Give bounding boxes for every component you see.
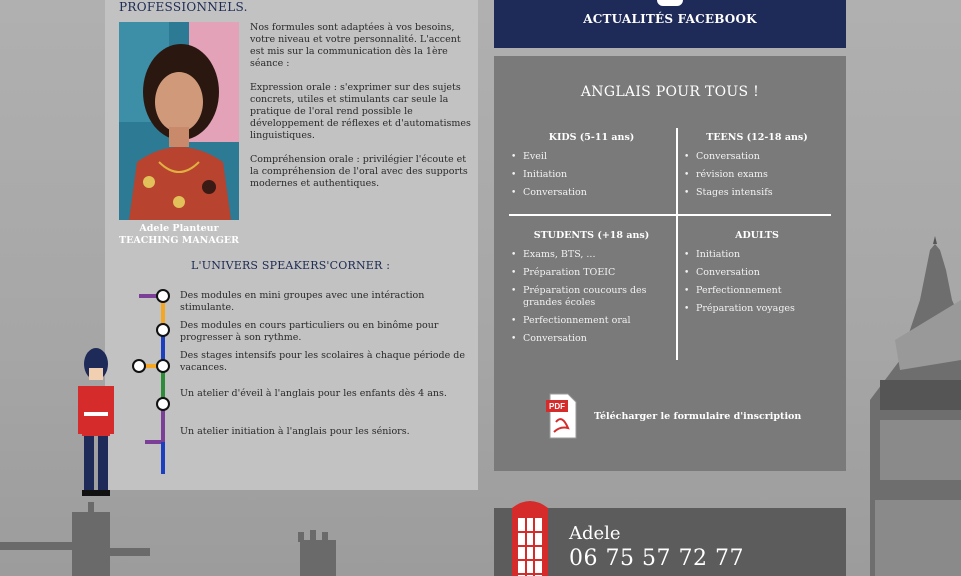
kids-column: KIDS (5-11 ans) Eveil Initiation Convers… xyxy=(509,132,674,205)
list-item: Conversation xyxy=(682,151,832,163)
list-item: Perfectionnement xyxy=(682,285,832,297)
metro-list-item: Des modules en cours particuliers ou en … xyxy=(180,320,439,343)
left-content-panel: PROFESSIONNELS. Adele Planteur TEACHING … xyxy=(105,0,478,490)
list-item: Conversation xyxy=(509,333,674,345)
grid-horizontal-divider xyxy=(509,214,831,216)
teens-title: TEENS (12-18 ans) xyxy=(706,132,808,143)
portrait-image xyxy=(119,22,239,220)
intro-text: Nos formules sont adaptées à vos besoins… xyxy=(250,22,472,202)
teacher-role: TEACHING MANAGER xyxy=(119,235,239,246)
teens-column: TEENS (12-18 ans) Conversation révision … xyxy=(682,132,832,205)
students-title: STUDENTS (+18 ans) xyxy=(533,230,650,241)
teacher-photo xyxy=(119,22,239,220)
intro-paragraph: Expression orale : s'exprimer sur des su… xyxy=(250,82,471,141)
facebook-tab-icon xyxy=(657,0,683,6)
metro-list-item: Des stages intensifs pour les scolaires … xyxy=(180,350,465,373)
royal-guard-illustration xyxy=(78,348,114,496)
adults-column: ADULTS Initiation Conversation Perfectio… xyxy=(682,230,832,321)
list-item: Perfectionnement oral xyxy=(509,315,674,327)
list-item: Préparation voyages xyxy=(682,303,832,315)
list-item: Eveil xyxy=(509,151,674,163)
metro-list-item: Des modules en mini groupes avec une int… xyxy=(180,290,425,313)
metro-list-item: Un atelier d'éveil à l'anglais pour les … xyxy=(180,388,447,399)
anglais-pour-tous-panel: ANGLAIS POUR TOUS ! KIDS (5-11 ans) Evei… xyxy=(494,56,846,471)
list-item: Préparation TOEIC xyxy=(509,267,674,279)
contact-phone[interactable]: 06 75 57 72 77 xyxy=(569,546,744,571)
list-item: Conversation xyxy=(509,187,674,199)
download-form-link[interactable]: PDF Télécharger le formulaire d'inscript… xyxy=(546,392,801,440)
list-item: Exams, BTS, ... xyxy=(509,249,674,261)
anglais-title: ANGLAIS POUR TOUS ! xyxy=(580,84,760,100)
section-heading: PROFESSIONNELS. xyxy=(119,0,248,14)
contact-panel: Adele 06 75 57 72 77 xyxy=(494,501,846,576)
list-item: Conversation xyxy=(682,267,832,279)
list-item: Initiation xyxy=(682,249,832,261)
kids-title: KIDS (5-11 ans) xyxy=(548,132,635,143)
intro-paragraph: Nos formules sont adaptées à vos besoins… xyxy=(250,22,461,69)
list-item: Préparation coucours des grandes écoles xyxy=(509,285,674,309)
facebook-news-button[interactable]: ACTUALITÉS FACEBOOK xyxy=(494,0,846,48)
download-form-label[interactable]: Télécharger le formulaire d'inscription xyxy=(594,411,801,422)
intro-paragraph: Compréhension orale : privilégier l'écou… xyxy=(250,154,468,189)
pdf-icon-text: PDF xyxy=(549,402,565,411)
univers-title: L'UNIVERS SPEAKERS'CORNER : xyxy=(191,259,391,272)
photo-caption: Adele Planteur TEACHING MANAGER xyxy=(119,223,239,247)
contact-name: Adele xyxy=(569,523,621,544)
list-item: révision exams xyxy=(682,169,832,181)
pdf-icon: PDF xyxy=(546,393,577,439)
grid-vertical-divider xyxy=(676,128,678,360)
students-column: STUDENTS (+18 ans) Exams, BTS, ... Prépa… xyxy=(509,230,674,351)
metro-line-icon xyxy=(132,289,170,474)
facebook-news-label: ACTUALITÉS FACEBOOK xyxy=(583,12,757,26)
phone-booth-icon xyxy=(512,501,548,576)
teacher-name: Adele Planteur xyxy=(139,223,219,234)
metro-list-item: Un atelier initiation à l'anglais pour l… xyxy=(180,426,410,437)
adults-title: ADULTS xyxy=(735,230,779,241)
list-item: Initiation xyxy=(509,169,674,181)
list-item: Stages intensifs xyxy=(682,187,832,199)
